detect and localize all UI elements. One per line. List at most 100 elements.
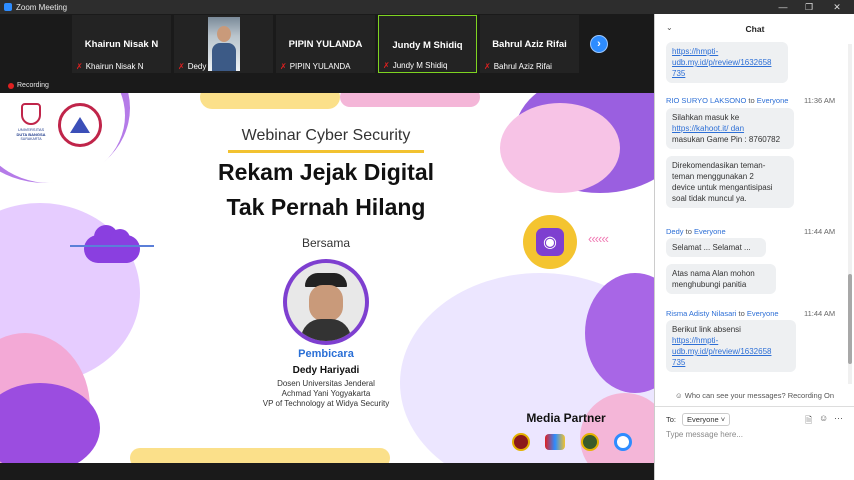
chat-to-word: to [738, 309, 745, 318]
chat-recipient: Everyone [756, 96, 789, 105]
chat-scrollbar[interactable] [848, 44, 852, 384]
recording-dot-icon [8, 82, 14, 89]
participant-label: Khairun Nisak N [85, 62, 144, 71]
recipient-row: To: Everyone ˅ [666, 413, 731, 426]
participant-tile[interactable]: Khairun Nisak N ✗ Khairun Nisak N [72, 15, 171, 73]
chat-bubble: Silahkan masuk ke https://kahoot.it/ dan… [666, 108, 794, 149]
speaker-name: Dedy Hariyadi [292, 365, 360, 376]
logo-text: SURAKARTA [20, 137, 42, 141]
close-icon[interactable]: ✕ [824, 0, 850, 14]
file-icon[interactable]: 🗎 [805, 413, 812, 429]
chat-link[interactable]: udb.my.id/p/review/1632658 [672, 58, 771, 67]
slide-title-line1: Rekam Jejak Digital [217, 159, 435, 185]
speaker-desc: Dosen Universitas Jenderal [277, 379, 375, 388]
fingerprint-icon: ◉ [523, 215, 577, 269]
chat-bubble: https://hmpti- udb.my.id/p/review/163265… [666, 42, 788, 83]
to-label: To: [666, 415, 677, 424]
hmpti-triangle-icon [70, 117, 90, 133]
chat-text: Direkomendasikan teman- [672, 161, 766, 170]
partner-logo-icon [613, 433, 632, 451]
chat-recipient: Everyone [693, 227, 726, 236]
chat-sender: Dedy [666, 227, 684, 236]
chat-link[interactable]: 735 [672, 69, 685, 78]
logo-hmpti [58, 103, 102, 147]
chat-sender: Risma Adisty Nilasari [666, 309, 737, 318]
chat-bubble: Direkomendasikan teman- teman menggunaka… [666, 156, 794, 208]
participant-tile[interactable]: ✗ Dedy [174, 15, 273, 73]
participant-label: Bahrul Aziz Rifai [493, 62, 552, 71]
chat-link[interactable]: https://hmpti- [672, 336, 718, 345]
chat-header: ⌄ Chat [655, 14, 854, 42]
participant-label: PIPIN YULANDA [289, 62, 351, 71]
chat-time: 11:44 AM [804, 309, 836, 318]
subtitle-underline [228, 150, 424, 153]
chat-text: Berikut link absensi [672, 325, 741, 334]
chat-text: Selamat ... Selamat ... [672, 243, 751, 252]
chat-time: 11:44 AM [804, 227, 836, 236]
mic-muted-icon: ✗ [178, 62, 185, 71]
participant-tile[interactable]: PIPIN YULANDA ✗ PIPIN YULANDA [276, 15, 375, 73]
zoom-app-icon [4, 3, 12, 11]
privacy-notice[interactable]: ☺ Who can see your messages? Recording O… [655, 391, 854, 400]
chat-link[interactable]: 735 [672, 358, 685, 367]
participant-tile[interactable]: Bahrul Aziz Rifai ✗ Bahrul Aziz Rifai [480, 15, 579, 73]
chat-text: menghubungi panitia [672, 280, 747, 289]
partner-logo-icon [512, 433, 530, 451]
chat-bubble: Berikut link absensi https://hmpti- udb.… [666, 320, 796, 372]
participant-big-name: Khairun Nisak N [84, 39, 159, 50]
chat-sender: RIO SURYO LAKSONO [666, 96, 747, 105]
chat-input-placeholder: Type message here... [666, 430, 743, 439]
decor-blob [200, 93, 340, 109]
people-icon: ☺ [674, 391, 683, 400]
chat-message-meta: RIO SURYO LAKSONO to Everyone 11:36 AM [666, 96, 835, 105]
logo-udb: UNIVERSITAS DUTA BANGSA SURAKARTA [14, 103, 48, 153]
media-partner-label: Media Partner [526, 411, 606, 425]
partner-logos [512, 431, 632, 453]
participant-strip: Khairun Nisak N ✗ Khairun Nisak N ✗ Dedy P… [0, 14, 654, 80]
speaker-photo [283, 259, 369, 345]
participant-tile-active[interactable]: Jundy M Shidiq ✗ Jundy M Shidiq [378, 15, 477, 73]
speaker-role: Pembicara [298, 348, 354, 360]
title-bar: Zoom Meeting — ❐ ✕ [0, 0, 854, 14]
chat-text: teman menggunakan 2 [672, 172, 754, 181]
slide-subtitle: Webinar Cyber Security [241, 127, 411, 144]
mic-muted-icon: ✗ [280, 62, 287, 71]
decor-blob [500, 103, 620, 193]
divider [655, 406, 854, 407]
slide-title-line2: Tak Pernah Hilang [226, 194, 426, 220]
participant-big-name: Jundy M Shidiq [392, 40, 463, 51]
recipient-dropdown[interactable]: Everyone ˅ [682, 413, 731, 426]
next-page-button[interactable]: › [590, 35, 608, 53]
chat-link[interactable]: https://hmpti- [672, 47, 718, 56]
more-icon[interactable]: ⋯ [834, 413, 843, 424]
partner-logo-icon [580, 433, 599, 451]
privacy-notice-text: Who can see your messages? Recording On [684, 391, 834, 400]
recording-label: Recording [17, 82, 49, 89]
mic-muted-icon: ✗ [76, 62, 83, 71]
mic-muted-icon: ✗ [484, 62, 491, 71]
chat-bubble: Atas nama Alan mohon menghubungi panitia [666, 264, 776, 294]
chat-panel: ⌄ Chat https://hmpti- udb.my.id/p/review… [654, 14, 854, 480]
chat-to-word: to [685, 227, 692, 236]
chat-title: Chat [745, 24, 765, 34]
chat-message-meta: Risma Adisty Nilasari to Everyone 11:44 … [666, 309, 835, 318]
chat-text: masukan Game Pin : 8760782 [672, 135, 781, 144]
udb-shield-icon [21, 103, 41, 125]
chat-text: Atas nama Alan mohon [672, 269, 755, 278]
chat-link[interactable]: udb.my.id/p/review/1632658 [672, 347, 771, 356]
scrollbar-thumb[interactable] [848, 274, 852, 364]
chat-time: 11:36 AM [804, 96, 836, 105]
partner-logo-icon [545, 434, 566, 450]
chat-message-input[interactable]: Type message here... [666, 430, 846, 439]
participant-video [208, 17, 240, 71]
chevrons-icon: ‹‹‹‹‹‹ [588, 231, 609, 246]
recipient-value: Everyone [687, 415, 719, 424]
minimize-icon[interactable]: — [770, 0, 796, 14]
emoji-icon[interactable]: ☺ [819, 413, 828, 423]
recording-indicator: Recording [8, 82, 49, 89]
maximize-icon[interactable]: ❐ [796, 0, 822, 14]
speaker-desc: VP of Technology at Widya Security [262, 399, 390, 408]
chat-link[interactable]: https://kahoot.it/ dan [672, 124, 744, 133]
chat-text: device untuk mengantisipasi [672, 183, 773, 192]
participant-label: Jundy M Shidiq [392, 61, 448, 70]
